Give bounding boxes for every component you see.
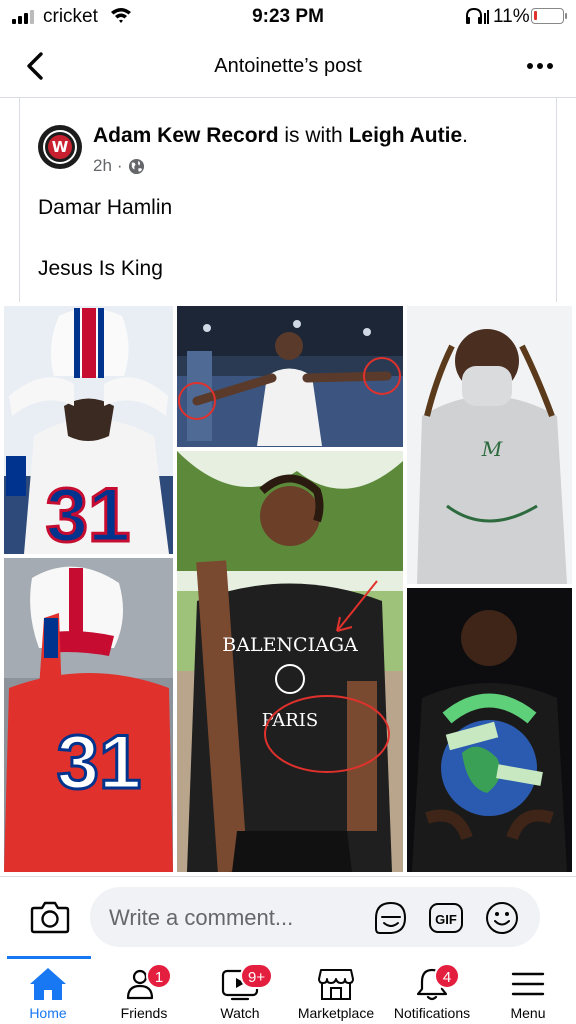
author-name[interactable]: Adam Kew Record	[93, 124, 279, 147]
bottom-tab-bar: Home 1 Friends 9+ Watch Marketplace 4 No…	[0, 956, 576, 1024]
svg-text:GIF: GIF	[435, 912, 457, 927]
comment-bar: Write a comment... GIF	[0, 876, 576, 956]
with-text: is with	[284, 124, 343, 147]
tab-marketplace[interactable]: Marketplace	[288, 962, 384, 1024]
home-icon	[30, 968, 66, 1000]
tab-label: Home	[29, 1005, 67, 1021]
post-text-line-2: Jesus Is King	[38, 257, 163, 280]
comment-input[interactable]: Write a comment... GIF	[90, 887, 540, 947]
gif-icon[interactable]: GIF	[427, 899, 465, 937]
tab-watch[interactable]: 9+ Watch	[192, 962, 288, 1024]
photo-4[interactable]: 31	[4, 558, 173, 872]
post-text-line-1: Damar Hamlin	[38, 196, 173, 219]
menu-icon	[511, 972, 545, 996]
tab-label: Notifications	[393, 1005, 471, 1021]
meta-separator: ·	[116, 156, 123, 175]
svg-text:M: M	[481, 437, 503, 461]
photo-5[interactable]: BALENCIAGA PARIS	[177, 451, 403, 872]
tab-label: Watch	[220, 1005, 260, 1021]
w-logo-icon: W	[48, 135, 72, 159]
tab-label: Friends	[120, 1005, 168, 1021]
svg-text:BALENCIAGA: BALENCIAGA	[222, 634, 358, 656]
post-byline: Adam Kew Record is with Leigh Autie.	[93, 124, 468, 147]
watch-badge: 9+	[240, 963, 274, 989]
more-options-icon[interactable]	[524, 56, 556, 76]
battery-percent: 11%	[493, 6, 530, 27]
active-tab-indicator	[7, 956, 91, 959]
svg-text:PARIS: PARIS	[262, 710, 318, 731]
tab-notifications[interactable]: 4 Notifications	[384, 962, 480, 1024]
photo-2[interactable]	[177, 306, 403, 447]
author-avatar[interactable]: W	[38, 125, 82, 169]
post-age[interactable]: 2h	[93, 156, 112, 176]
friends-badge: 1	[146, 963, 172, 989]
photo-1[interactable]: 31	[4, 306, 173, 554]
page-title: Antoinette’s post	[214, 55, 362, 77]
photo-collage: 31 M 31 BALENCIAGA PARIS	[0, 302, 576, 874]
tab-menu[interactable]: Menu	[480, 962, 576, 1024]
camera-icon[interactable]	[30, 898, 70, 934]
status-bar: cricket 9:23 PM 11%	[0, 0, 576, 34]
tagged-name[interactable]: Leigh Autie	[349, 124, 463, 147]
post-meta: 2h ·	[93, 156, 145, 176]
post-header: Antoinette’s post	[0, 34, 576, 98]
marketplace-icon	[318, 969, 354, 1000]
headphones-icon	[466, 7, 489, 24]
jersey-number: 31	[57, 720, 142, 805]
tab-home[interactable]: Home	[0, 962, 96, 1024]
avatar-sticker-icon[interactable]	[372, 899, 410, 937]
battery-icon	[531, 8, 567, 24]
notifications-badge: 4	[434, 963, 460, 989]
tab-label: Menu	[510, 1005, 546, 1021]
comment-placeholder: Write a comment...	[109, 905, 294, 930]
jersey-number: 31	[46, 473, 131, 554]
tab-friends[interactable]: 1 Friends	[96, 962, 192, 1024]
photo-6[interactable]	[407, 588, 572, 872]
post-card: W Adam Kew Record is with Leigh Autie. 2…	[19, 98, 557, 302]
photo-3[interactable]: M	[407, 306, 572, 584]
tab-label: Marketplace	[297, 1005, 375, 1021]
globe-icon	[128, 158, 144, 174]
emoji-icon[interactable]	[483, 899, 521, 937]
